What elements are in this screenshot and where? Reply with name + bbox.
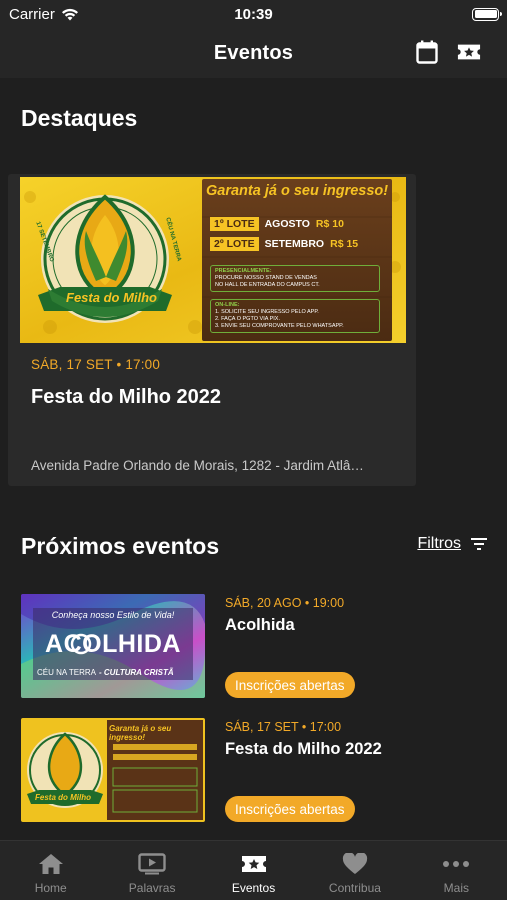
banner-headline: Garanta já o seu ingresso! xyxy=(206,183,389,199)
heart-icon xyxy=(341,851,369,877)
nav-actions xyxy=(415,40,481,64)
tab-palavras-label: Palavras xyxy=(128,881,176,895)
featured-event-card[interactable]: Garanta já o seu ingresso! 1º LOTE AGOST… xyxy=(8,174,416,486)
event-date: SÁB, 20 AGO • 19:00 xyxy=(225,596,345,610)
nav-bar: Eventos xyxy=(0,28,507,78)
online-line2: 2. FAÇA O PGTO VIA PIX. xyxy=(215,316,281,322)
carrier-label: Carrier xyxy=(9,5,55,23)
ticket-icon xyxy=(457,44,481,60)
banner-logo-text: Festa do Milho xyxy=(66,290,157,305)
highlights-title: Destaques xyxy=(21,105,138,131)
tab-bar: Home Palavras Eventos Contribua Mais xyxy=(0,840,507,900)
event-thumbnail: Garanta já o seu ingresso! Festa do Milh… xyxy=(21,718,205,822)
thumb-title: ACOLHIDA xyxy=(45,630,181,658)
event-name: Festa do Milho 2022 xyxy=(225,740,382,758)
tab-eventos-label: Eventos xyxy=(231,881,276,895)
online-line3: 3. ENVIE SEU COMPROVANTE PELO WHATSAPP. xyxy=(215,323,344,329)
registration-badge: Inscrições abertas xyxy=(225,672,355,698)
online-line1: 1. SOLICITE SEU INGRESSO PELO APP. xyxy=(215,309,319,315)
event-date: SÁB, 17 SET • 17:00 xyxy=(225,720,342,734)
battery-icon xyxy=(472,7,502,21)
lot1-text: AGOSTO xyxy=(264,218,310,230)
tab-mais-label: Mais xyxy=(443,881,469,895)
calendar-icon xyxy=(416,40,438,64)
thumb-headline: Garanta já o seu ingresso! xyxy=(109,724,172,742)
registration-badge: Inscrições abertas xyxy=(225,796,355,822)
calendar-button[interactable] xyxy=(415,40,439,64)
upcoming-title: Próximos eventos xyxy=(21,533,220,559)
featured-event-date: SÁB, 17 SET • 17:00 xyxy=(31,357,161,372)
filters-button[interactable]: Filtros xyxy=(417,535,487,553)
tab-home[interactable]: Home xyxy=(0,841,101,900)
lot2-price: R$ 15 xyxy=(330,238,359,250)
thumb-logo: Festa do Milho xyxy=(35,793,91,802)
lot1-label: 1º LOTE xyxy=(210,217,259,231)
wifi-icon xyxy=(61,8,78,20)
event-name: Acolhida xyxy=(225,616,295,634)
video-icon xyxy=(138,851,166,877)
presencial-line2: NO HALL DE ENTRADA DO CAMPUS CT. xyxy=(215,282,320,288)
list-item[interactable]: Conheça nosso Estilo de Vida! ACOLHIDA C… xyxy=(0,594,507,699)
presencial-title: PRESENCIALMENTE: xyxy=(215,268,272,274)
filters-label: Filtros xyxy=(417,535,461,552)
tickets-button[interactable] xyxy=(457,40,481,64)
filter-icon xyxy=(471,538,487,550)
page-title: Eventos xyxy=(213,41,294,64)
banner-lot1: 1º LOTE AGOSTO R$ 10 xyxy=(210,217,344,231)
featured-event-banner: Garanta já o seu ingresso! 1º LOTE AGOST… xyxy=(20,177,406,343)
list-item[interactable]: Garanta já o seu ingresso! Festa do Milh… xyxy=(0,718,507,823)
more-icon xyxy=(442,851,470,877)
status-bar: Carrier 10:39 xyxy=(0,0,507,28)
banner-presencial: PRESENCIALMENTE: PROCURE NOSSO STAND DE … xyxy=(210,265,380,292)
presencial-line1: PROCURE NOSSO STAND DE VENDAS xyxy=(215,275,317,281)
lot1-price: R$ 10 xyxy=(315,218,344,230)
featured-event-title: Festa do Milho 2022 xyxy=(31,386,222,408)
ticket-icon xyxy=(240,851,268,877)
home-icon xyxy=(37,851,65,877)
tab-palavras[interactable]: Palavras xyxy=(101,841,202,900)
online-title: ON-LINE: xyxy=(215,302,240,308)
lot2-label: 2º LOTE xyxy=(210,237,259,251)
thumb-bottom-left: CÉU NA TERRA xyxy=(37,668,96,677)
banner-online: ON-LINE: 1. SOLICITE SEU INGRESSO PELO A… xyxy=(210,299,380,333)
tab-mais[interactable]: Mais xyxy=(406,841,507,900)
thumb-tagline: Conheça nosso Estilo de Vida! xyxy=(51,610,175,620)
banner-lot2: 2º LOTE SETEMBRO R$ 15 xyxy=(210,237,358,251)
tab-home-label: Home xyxy=(34,881,67,895)
status-left: Carrier xyxy=(9,6,79,23)
event-thumbnail: Conheça nosso Estilo de Vida! ACOLHIDA C… xyxy=(21,594,205,698)
thumb-bottom-right: - CULTURA CRISTÃ xyxy=(99,668,174,677)
tab-contribua[interactable]: Contribua xyxy=(304,841,405,900)
lot2-text: SETEMBRO xyxy=(264,238,325,250)
tab-eventos[interactable]: Eventos xyxy=(203,841,304,900)
tab-contribua-label: Contribua xyxy=(328,881,381,895)
featured-event-address: Avenida Padre Orlando de Morais, 1282 - … xyxy=(31,458,364,473)
